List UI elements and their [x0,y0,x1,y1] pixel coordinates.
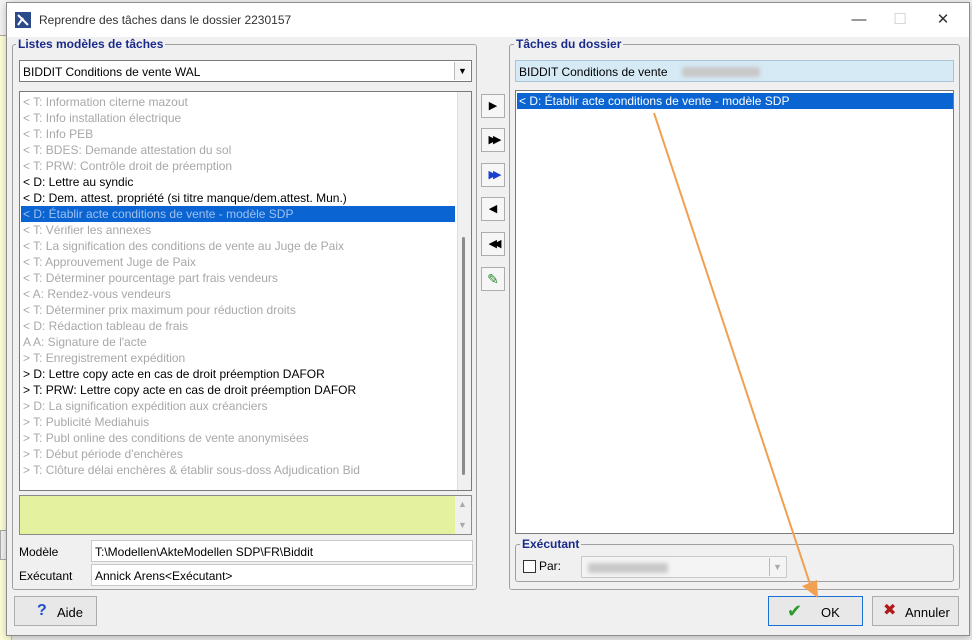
ok-button[interactable]: ✔ OK [768,596,863,626]
arrow-left-icon: ◀ [488,203,498,215]
note-area[interactable]: ▲ ▼ [19,495,472,535]
help-icon: ? [37,602,47,619]
double-arrow-right-blue-icon: ▶▶ [488,169,502,181]
list-item[interactable]: > T: Clôture délai enchères & établir so… [21,462,455,478]
maximize-icon: ☐ [893,11,907,28]
title-bar: Reprendre des tâches dans le dossier 223… [7,3,969,37]
window-title: Reprendre des tâches dans le dossier 223… [39,13,292,27]
list-item[interactable]: > D: Lettre copy acte en cas de droit pr… [21,366,455,382]
cancel-button[interactable]: ✖ Annuler [872,596,959,626]
app-icon [15,12,31,28]
edit-icon: ✎ [487,271,499,287]
list-item[interactable]: < D: Dem. attest. propriété (si titre ma… [21,190,455,206]
template-task-list[interactable]: < T: Information citerne mazout < T: Info… [19,91,472,491]
list-item[interactable]: < T: Information citerne mazout [21,94,455,110]
move-all-right-blue-button[interactable]: ▶▶ [481,163,505,187]
minimize-icon[interactable]: — [849,11,869,29]
list-item[interactable]: < T: PRW: Contrôle droit de préemption [21,158,455,174]
dossier-header-text: BIDDIT Conditions de vente [519,65,668,79]
par-checkbox[interactable] [523,560,536,573]
list-item[interactable]: < T: BDES: Demande attestation du sol [21,142,455,158]
par-combo[interactable]: ▼ [581,556,787,578]
cancel-button-label: Annuler [905,605,950,620]
list-item[interactable]: > T: Début période d'enchères [21,446,455,462]
list-item[interactable]: < T: Info PEB [21,126,455,142]
list-item[interactable]: < T: Info installation électrique [21,110,455,126]
right-group-title: Tâches du dossier [514,37,624,51]
cancel-x-icon: ✖ [883,602,897,619]
list-item[interactable]: > T: Publicité Mediahuis [21,414,455,430]
list-item[interactable]: > T: Publ online des conditions de vente… [21,430,455,446]
left-group-title: Listes modèles de tâches [16,37,166,51]
list-item[interactable]: < T: Déterminer pourcentage part frais v… [21,270,455,286]
list-item[interactable]: < T: Vérifier les annexes [21,222,455,238]
list-item[interactable]: > D: La signification expédition aux cré… [21,398,455,414]
list-item[interactable]: < D: Rédaction tableau de frais [21,318,455,334]
checkmark-icon: ✔ [787,601,803,621]
chevron-down-icon[interactable]: ▼ [454,62,470,80]
dialog-window: Reprendre des tâches dans le dossier 223… [6,2,970,636]
arrow-right-icon: ▶ [488,100,498,112]
list-item[interactable]: < A: Rendez-vous vendeurs [21,286,455,302]
list-item[interactable]: < D: Lettre au syndic [21,174,455,190]
close-icon[interactable]: ✕ [933,11,953,29]
modele-label: Modèle [19,545,59,559]
list-item[interactable]: < T: Approuvement Juge de Paix [21,254,455,270]
help-button-label: Aide [57,605,84,620]
redacted-text [588,563,668,573]
dossier-task-list[interactable]: < D: Établir acte conditions de vente - … [515,90,954,534]
executant-field: Annick Arens<Exécutant> [91,564,473,586]
scroll-up-icon[interactable]: ▲ [458,499,467,509]
executant-group-title: Exécutant [520,537,582,551]
list-item[interactable]: < D: Établir acte conditions de vente - … [21,206,455,222]
list-item[interactable]: > T: Enregistrement expédition [21,350,455,366]
task-list-combo[interactable]: BIDDIT Conditions de vente WAL ▼ [19,60,472,82]
template-task-scrollbar[interactable] [457,92,471,490]
scrollbar-thumb[interactable] [462,237,465,475]
list-item[interactable]: < T: La signification des conditions de … [21,238,455,254]
list-item[interactable]: < T: Déterminer prix maximum pour réduct… [21,302,455,318]
move-all-left-button[interactable]: ◀◀ [481,232,505,256]
note-scrollbar[interactable]: ▲ ▼ [455,496,471,534]
ok-button-label: OK [821,605,840,620]
dossier-header: BIDDIT Conditions de vente [515,60,954,82]
edit-task-button[interactable]: ✎ [481,267,505,291]
move-right-button[interactable]: ▶ [481,94,505,118]
modele-field: T:\Modellen\AkteModellen SDP\FR\Biddit [91,540,473,562]
list-item[interactable]: < D: Établir acte conditions de vente - … [517,93,953,109]
double-arrow-left-icon: ◀◀ [488,238,502,250]
par-label: Par: [539,559,562,573]
task-list-combo-value: BIDDIT Conditions de vente WAL [23,65,201,79]
help-button[interactable]: ? Aide [14,596,97,626]
list-item[interactable]: > T: PRW: Lettre copy acte en cas de dro… [21,382,455,398]
move-left-button[interactable]: ◀ [481,197,505,221]
executant-label: Exécutant [19,569,73,583]
list-item[interactable]: A A: Signature de l'acte [21,334,455,350]
double-arrow-right-icon: ▶▶ [488,134,502,146]
redacted-text [682,67,760,77]
scroll-down-icon[interactable]: ▼ [458,520,467,530]
move-all-right-button[interactable]: ▶▶ [481,128,505,152]
chevron-down-icon[interactable]: ▼ [769,558,785,576]
